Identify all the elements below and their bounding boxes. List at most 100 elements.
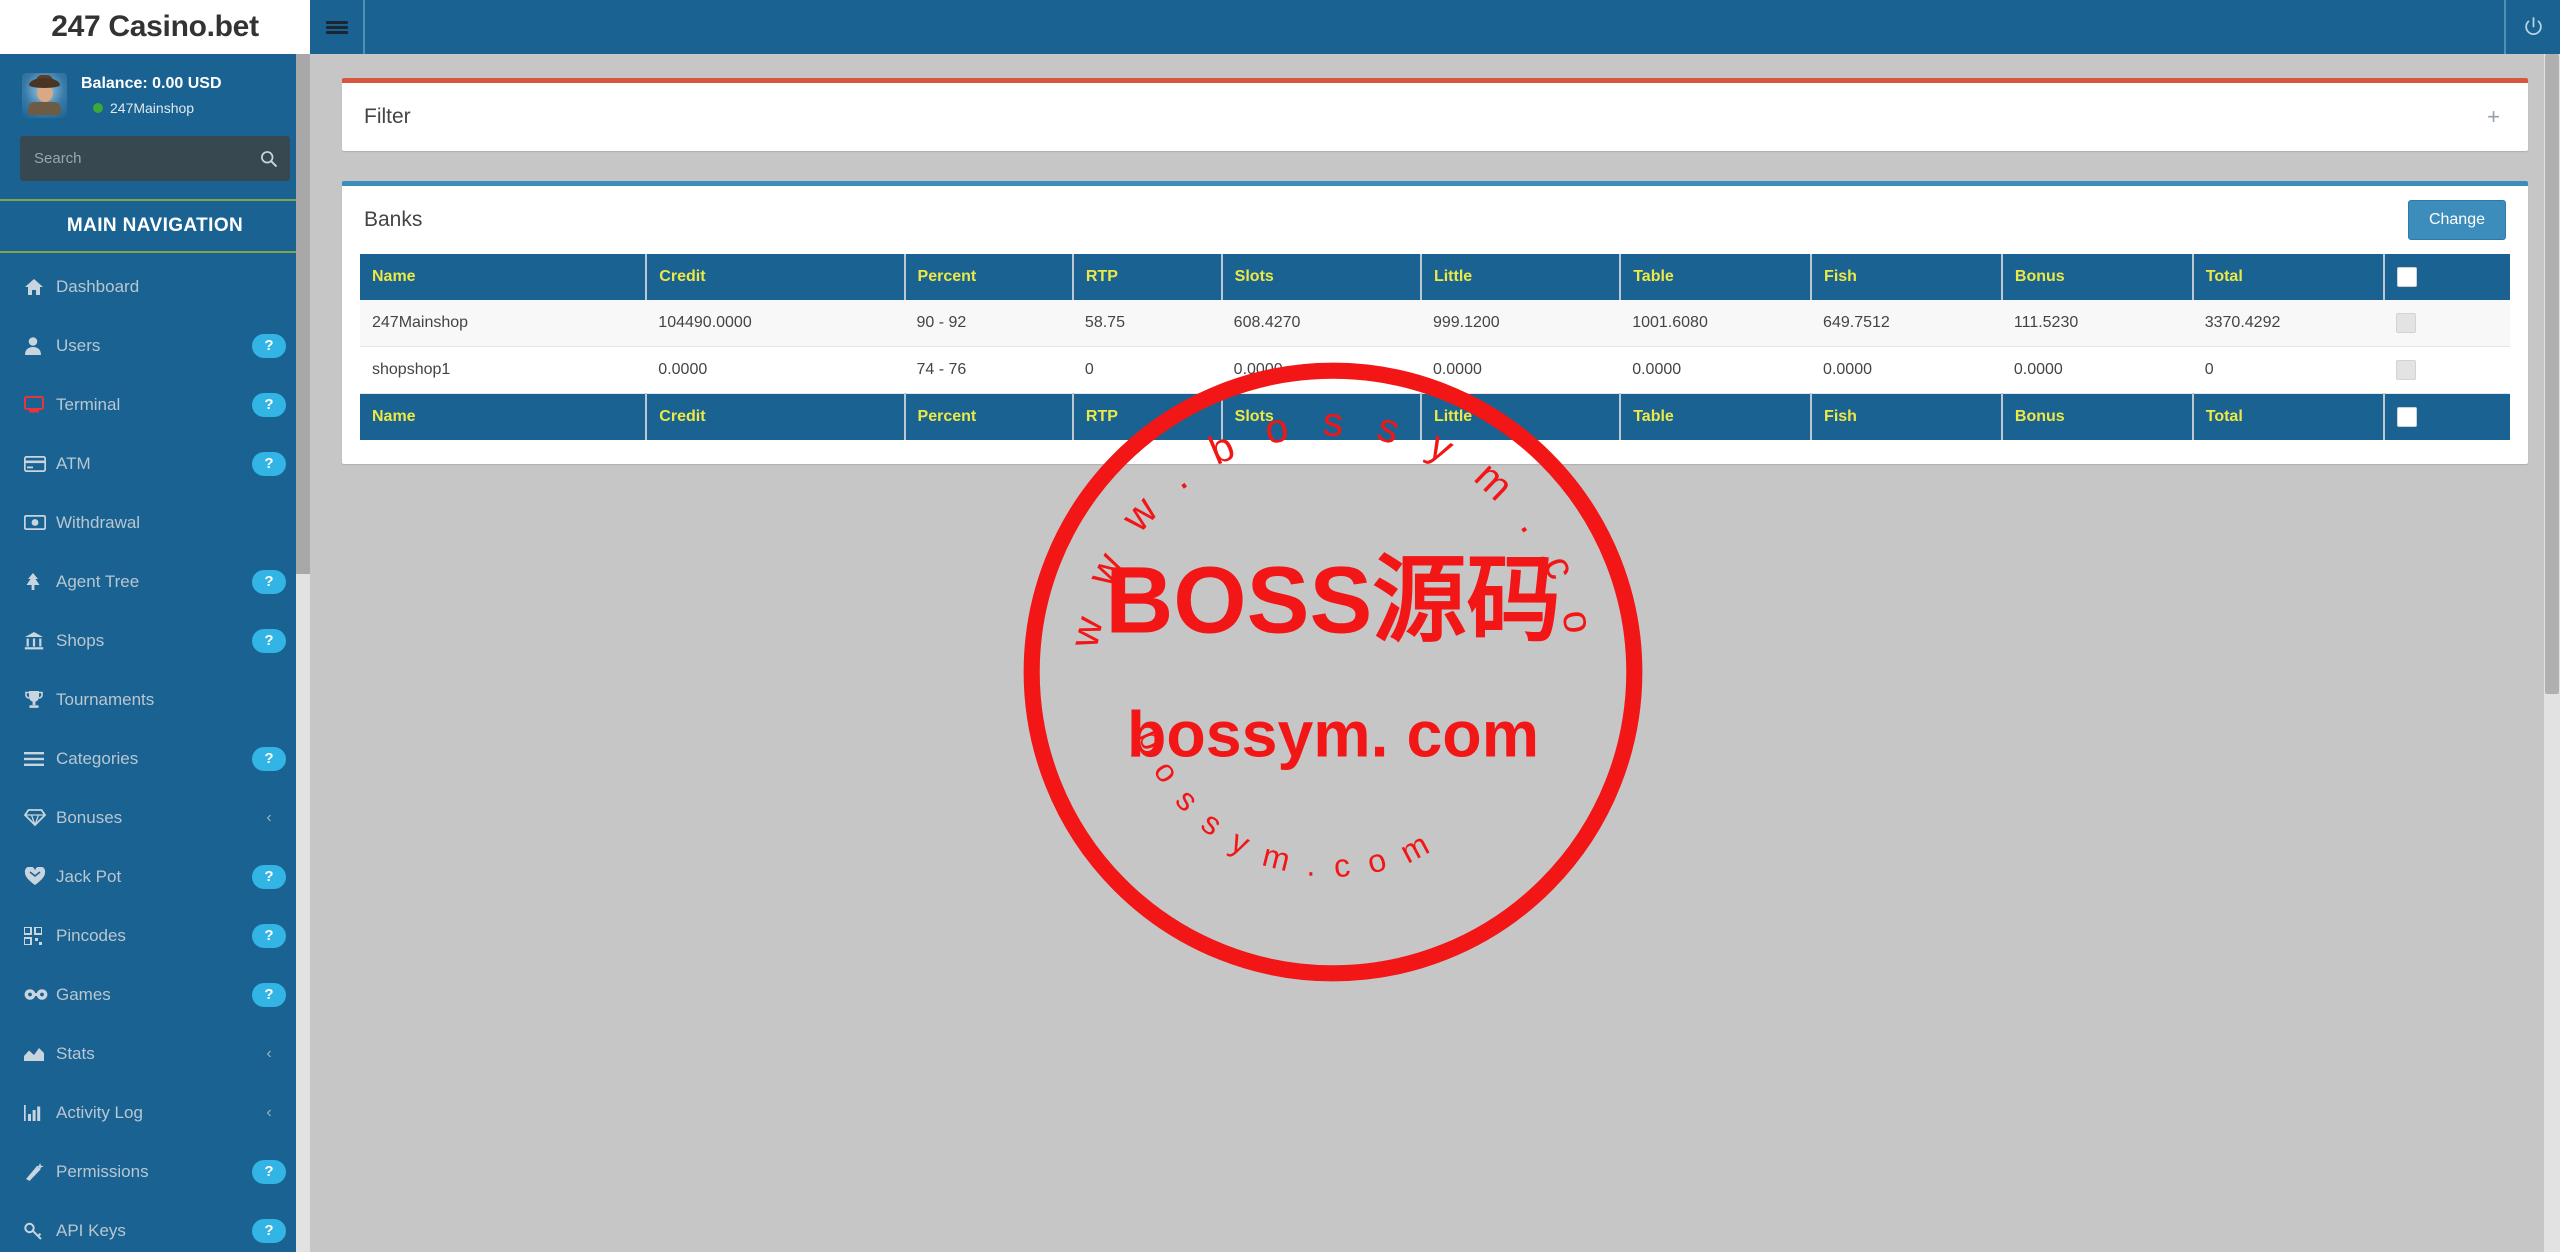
logo-bar[interactable]: 247 Casino.bet xyxy=(0,0,310,54)
sidebar-item-agent-tree[interactable]: Agent Tree ? xyxy=(0,552,310,611)
help-badge[interactable]: ? xyxy=(252,1218,286,1243)
sidebar-item-pincodes[interactable]: Pincodes ? xyxy=(0,906,310,965)
col-credit[interactable]: Credit xyxy=(646,254,906,300)
foot-col-little[interactable]: Little xyxy=(1420,393,1622,440)
help-badge[interactable]: ? xyxy=(252,982,286,1007)
sidebar-item-withdrawal[interactable]: Withdrawal xyxy=(0,493,310,552)
banks-table-body: 247Mainshop 104490.0000 90 - 92 58.75 60… xyxy=(360,300,2510,394)
foot-col-percent[interactable]: Percent xyxy=(904,393,1074,440)
row-checkbox[interactable] xyxy=(2395,313,2416,333)
help-badge[interactable]: ? xyxy=(252,392,286,417)
sidebar-scrollbar[interactable] xyxy=(296,54,310,1252)
foot-col-name[interactable]: Name xyxy=(360,393,648,440)
col-name[interactable]: Name xyxy=(360,254,648,300)
col-little[interactable]: Little xyxy=(1420,254,1622,300)
foot-col-table[interactable]: Table xyxy=(1620,393,1813,440)
col-percent[interactable]: Percent xyxy=(904,254,1074,300)
sidebar-label: Bonuses xyxy=(56,807,123,827)
search-button[interactable] xyxy=(247,136,290,181)
sidebar-item-games[interactable]: Games ? xyxy=(0,965,310,1024)
chevron-left-icon[interactable]: ‹ xyxy=(252,809,286,827)
row-checkbox[interactable] xyxy=(2395,360,2416,380)
cell-credit: 104490.0000 xyxy=(646,300,905,347)
sidebar-item-bonuses[interactable]: Bonuses ‹ xyxy=(0,788,310,847)
page-scroll-thumb[interactable] xyxy=(2545,54,2559,694)
help-badge[interactable]: ? xyxy=(252,333,286,358)
banks-tools: Change xyxy=(2407,200,2506,240)
sidebar-item-permissions[interactable]: Permissions ? xyxy=(0,1142,310,1201)
foot-col-total[interactable]: Total xyxy=(2192,393,2385,440)
sidebar-label: Activity Log xyxy=(56,1102,143,1122)
filter-title: Filter xyxy=(364,105,411,128)
banks-table: Name Credit Percent RTP Slots Little Tab… xyxy=(360,254,2510,440)
col-rtp[interactable]: RTP xyxy=(1072,254,1223,300)
sidebar-item-users[interactable]: Users ? xyxy=(0,316,310,375)
sidebar-item-activity-log[interactable]: Activity Log ‹ xyxy=(0,1083,310,1142)
sidebar-item-categories[interactable]: Categories ? xyxy=(0,729,310,788)
sidebar: 247 Casino.bet Balance: 0.00 USD 247Main… xyxy=(0,0,310,1252)
sidebar-label: API Keys xyxy=(56,1220,126,1240)
heart-gem-icon xyxy=(24,867,56,886)
online-status-icon xyxy=(93,102,103,113)
user-icon xyxy=(24,336,56,356)
search-input[interactable] xyxy=(20,150,247,167)
help-badge[interactable]: ? xyxy=(252,864,286,889)
banks-table-foot: Name Credit Percent RTP Slots Little Tab… xyxy=(360,393,2510,440)
help-badge[interactable]: ? xyxy=(252,569,286,594)
tree-icon xyxy=(24,572,56,592)
logout-button[interactable] xyxy=(2504,0,2560,54)
select-all-checkbox-footer[interactable] xyxy=(2396,407,2417,427)
terminal-icon xyxy=(24,395,56,414)
col-table[interactable]: Table xyxy=(1620,254,1813,300)
sidebar-scroll-thumb[interactable] xyxy=(296,54,310,574)
sidebar-item-jack-pot[interactable]: Jack Pot ? xyxy=(0,847,310,906)
help-badge[interactable]: ? xyxy=(252,746,286,771)
app-logo: 247 Casino.bet xyxy=(51,10,259,43)
col-fish[interactable]: Fish xyxy=(1811,254,2003,300)
help-badge[interactable]: ? xyxy=(252,1159,286,1184)
col-slots[interactable]: Slots xyxy=(1221,254,1422,300)
table-header-row: Name Credit Percent RTP Slots Little Tab… xyxy=(360,254,2510,300)
sidebar-label: Terminal xyxy=(56,394,121,414)
sidebar-item-api-keys[interactable]: API Keys ? xyxy=(0,1201,310,1252)
cell-table: 1001.6080 xyxy=(1620,300,1812,347)
table-row[interactable]: shopshop1 0.0000 74 - 76 0 0.0000 0.0000… xyxy=(360,346,2510,394)
foot-col-fish[interactable]: Fish xyxy=(1811,393,2003,440)
foot-col-slots[interactable]: Slots xyxy=(1221,393,1422,440)
foot-col-bonus[interactable]: Bonus xyxy=(2001,393,2194,440)
user-panel: Balance: 0.00 USD 247Mainshop xyxy=(0,54,310,136)
change-button[interactable]: Change xyxy=(2407,200,2506,240)
foot-col-credit[interactable]: Credit xyxy=(646,393,906,440)
col-total[interactable]: Total xyxy=(2192,254,2385,300)
app-root: 247 Casino.bet Balance: 0.00 USD 247Main… xyxy=(0,0,2560,1252)
table-row[interactable]: 247Mainshop 104490.0000 90 - 92 58.75 60… xyxy=(360,300,2510,347)
chevron-left-icon[interactable]: ‹ xyxy=(252,1104,286,1122)
cell-total: 3370.4292 xyxy=(2192,300,2384,347)
sidebar-item-dashboard[interactable]: Dashboard xyxy=(0,257,310,316)
foot-col-rtp[interactable]: RTP xyxy=(1072,393,1223,440)
sidebar-label: Dashboard xyxy=(56,276,140,296)
sidebar-label: Withdrawal xyxy=(56,512,141,532)
sidebar-item-stats[interactable]: Stats ‹ xyxy=(0,1024,310,1083)
select-all-checkbox[interactable] xyxy=(2396,267,2417,287)
cell-percent: 90 - 92 xyxy=(904,300,1073,347)
help-badge[interactable]: ? xyxy=(252,451,286,476)
sidebar-item-tournaments[interactable]: Tournaments xyxy=(0,670,310,729)
sidebar-item-atm[interactable]: ATM ? xyxy=(0,434,310,493)
nav-header: MAIN NAVIGATION xyxy=(0,199,310,253)
diamond-icon xyxy=(24,809,56,826)
banks-panel: Banks Change Name Credit Percent RTP Slo… xyxy=(342,181,2528,464)
sidebar-toggle-button[interactable] xyxy=(310,0,365,54)
sidebar-item-shops[interactable]: Shops ? xyxy=(0,611,310,670)
col-bonus[interactable]: Bonus xyxy=(2001,254,2194,300)
trophy-icon xyxy=(24,690,56,709)
chevron-left-icon[interactable]: ‹ xyxy=(252,1045,286,1063)
list-icon xyxy=(24,751,56,767)
cell-rtp: 58.75 xyxy=(1072,300,1222,347)
sidebar-item-terminal[interactable]: Terminal ? xyxy=(0,375,310,434)
page-scrollbar[interactable] xyxy=(2544,54,2560,1252)
filter-expand-button[interactable]: + xyxy=(2481,102,2506,132)
help-badge[interactable]: ? xyxy=(252,923,286,948)
sidebar-label: Jack Pot xyxy=(56,866,122,886)
help-badge[interactable]: ? xyxy=(252,628,286,653)
